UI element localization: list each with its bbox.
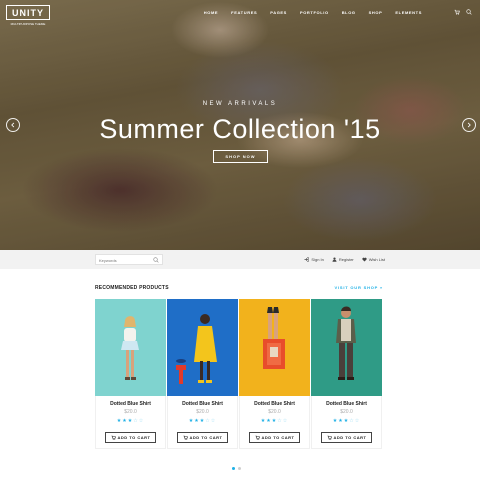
cart-icon	[111, 435, 116, 440]
product-price: $20.0	[124, 409, 137, 415]
register-link[interactable]: Register	[332, 257, 354, 262]
product-grid: Dotted Blue Shirt $20.0 ★★★☆☆ ADD TO CAR…	[95, 299, 382, 449]
nav-item-elements[interactable]: ELEMENTS	[395, 10, 422, 15]
heart-icon	[362, 257, 367, 262]
logo-subtitle: MULTIPURPOSE THEME	[10, 22, 46, 26]
shop-now-label: SHOP NOW	[225, 154, 256, 159]
account-links: Sign In Register Wish List	[304, 257, 385, 262]
product-rating: ★★★☆☆	[188, 418, 217, 424]
sign-in-label: Sign In	[311, 257, 324, 262]
product-price: $20.0	[268, 409, 281, 415]
hero-kicker: NEW ARRIVALS	[202, 101, 278, 107]
product-card[interactable]: Dotted Blue Shirt $20.0 ★★★☆☆ ADD TO CAR…	[167, 299, 238, 449]
nav-item-features[interactable]: FEATURES	[231, 10, 257, 15]
nav-item-portfolio[interactable]: PORTFOLIO	[300, 10, 329, 15]
add-to-cart-label: ADD TO CART	[117, 435, 151, 440]
nav-item-blog[interactable]: BLOG	[342, 10, 356, 15]
model-figure-illustration	[336, 306, 356, 380]
sign-in-link[interactable]: Sign In	[304, 257, 324, 262]
chevron-right-icon	[467, 122, 471, 128]
nav-item-home[interactable]: HOME	[204, 10, 218, 15]
chevron-left-icon	[11, 122, 15, 128]
user-icon	[332, 257, 337, 262]
product-name[interactable]: Dotted Blue Shirt	[240, 401, 309, 407]
slider-prev-button[interactable]	[6, 118, 20, 132]
product-card[interactable]: Dotted Blue Shirt $20.0 ★★★☆☆ ADD TO CAR…	[239, 299, 310, 449]
product-card[interactable]: Dotted Blue Shirt $20.0 ★★★☆☆ ADD TO CAR…	[311, 299, 382, 449]
shop-now-button[interactable]: SHOP NOW	[213, 150, 268, 163]
section-title: RECOMMENDED PRODUCTS	[95, 285, 169, 291]
product-name[interactable]: Dotted Blue Shirt	[312, 401, 381, 407]
add-to-cart-label: ADD TO CART	[189, 435, 223, 440]
model-figure-illustration	[176, 314, 217, 384]
hero-title: Summer Collection '15	[99, 114, 381, 144]
add-to-cart-button[interactable]: ADD TO CART	[105, 432, 156, 443]
product-name[interactable]: Dotted Blue Shirt	[168, 401, 237, 407]
search-input[interactable]	[99, 257, 151, 263]
product-image[interactable]	[167, 299, 238, 396]
nav-utilities	[454, 9, 472, 15]
add-to-cart-label: ADD TO CART	[261, 435, 295, 440]
add-to-cart-button[interactable]: ADD TO CART	[177, 432, 228, 443]
search-account-bar: Sign In Register Wish List	[0, 250, 480, 269]
logo[interactable]: UNITY MULTIPURPOSE THEME	[6, 5, 50, 26]
add-to-cart-label: ADD TO CART	[333, 435, 367, 440]
product-image[interactable]	[95, 299, 166, 396]
product-image[interactable]	[239, 299, 310, 396]
cart-icon	[327, 435, 332, 440]
sign-in-icon	[304, 257, 310, 262]
product-rating: ★★★☆☆	[116, 418, 145, 424]
cart-icon	[255, 435, 260, 440]
carousel-dot[interactable]	[238, 467, 241, 470]
logo-text: UNITY	[12, 8, 44, 18]
register-label: Register	[338, 257, 354, 262]
product-price: $20.0	[196, 409, 209, 415]
search-box	[95, 254, 163, 265]
add-to-cart-button[interactable]: ADD TO CART	[321, 432, 372, 443]
product-name[interactable]: Dotted Blue Shirt	[96, 401, 165, 407]
main-menu: HOME FEATURES PAGES PORTFOLIO BLOG SHOP …	[204, 10, 422, 15]
slider-next-button[interactable]	[462, 118, 476, 132]
add-to-cart-button[interactable]: ADD TO CART	[249, 432, 300, 443]
carousel-dot-active[interactable]	[232, 467, 235, 470]
cart-icon	[183, 435, 188, 440]
nav-item-pages[interactable]: PAGES	[270, 10, 287, 15]
product-image[interactable]	[311, 299, 382, 396]
search-icon[interactable]	[466, 9, 472, 15]
nav-item-shop[interactable]: SHOP	[369, 10, 383, 15]
legs-in-box-illustration	[263, 307, 285, 369]
carousel-pagination	[232, 467, 241, 470]
visit-shop-link[interactable]: VISIT OUR SHOP »	[334, 285, 383, 290]
product-card[interactable]: Dotted Blue Shirt $20.0 ★★★☆☆ ADD TO CAR…	[95, 299, 166, 449]
product-rating: ★★★☆☆	[332, 418, 361, 424]
top-navbar: UNITY MULTIPURPOSE THEME HOME FEATURES P…	[0, 0, 480, 26]
model-figure-illustration	[121, 316, 139, 380]
wish-list-link[interactable]: Wish List	[362, 257, 385, 262]
search-icon[interactable]	[153, 257, 159, 263]
cart-icon[interactable]	[454, 9, 460, 15]
product-rating: ★★★☆☆	[260, 418, 289, 424]
product-price: $20.0	[340, 409, 353, 415]
wish-list-label: Wish List	[368, 257, 385, 262]
hero-slider: UNITY MULTIPURPOSE THEME HOME FEATURES P…	[0, 0, 480, 250]
